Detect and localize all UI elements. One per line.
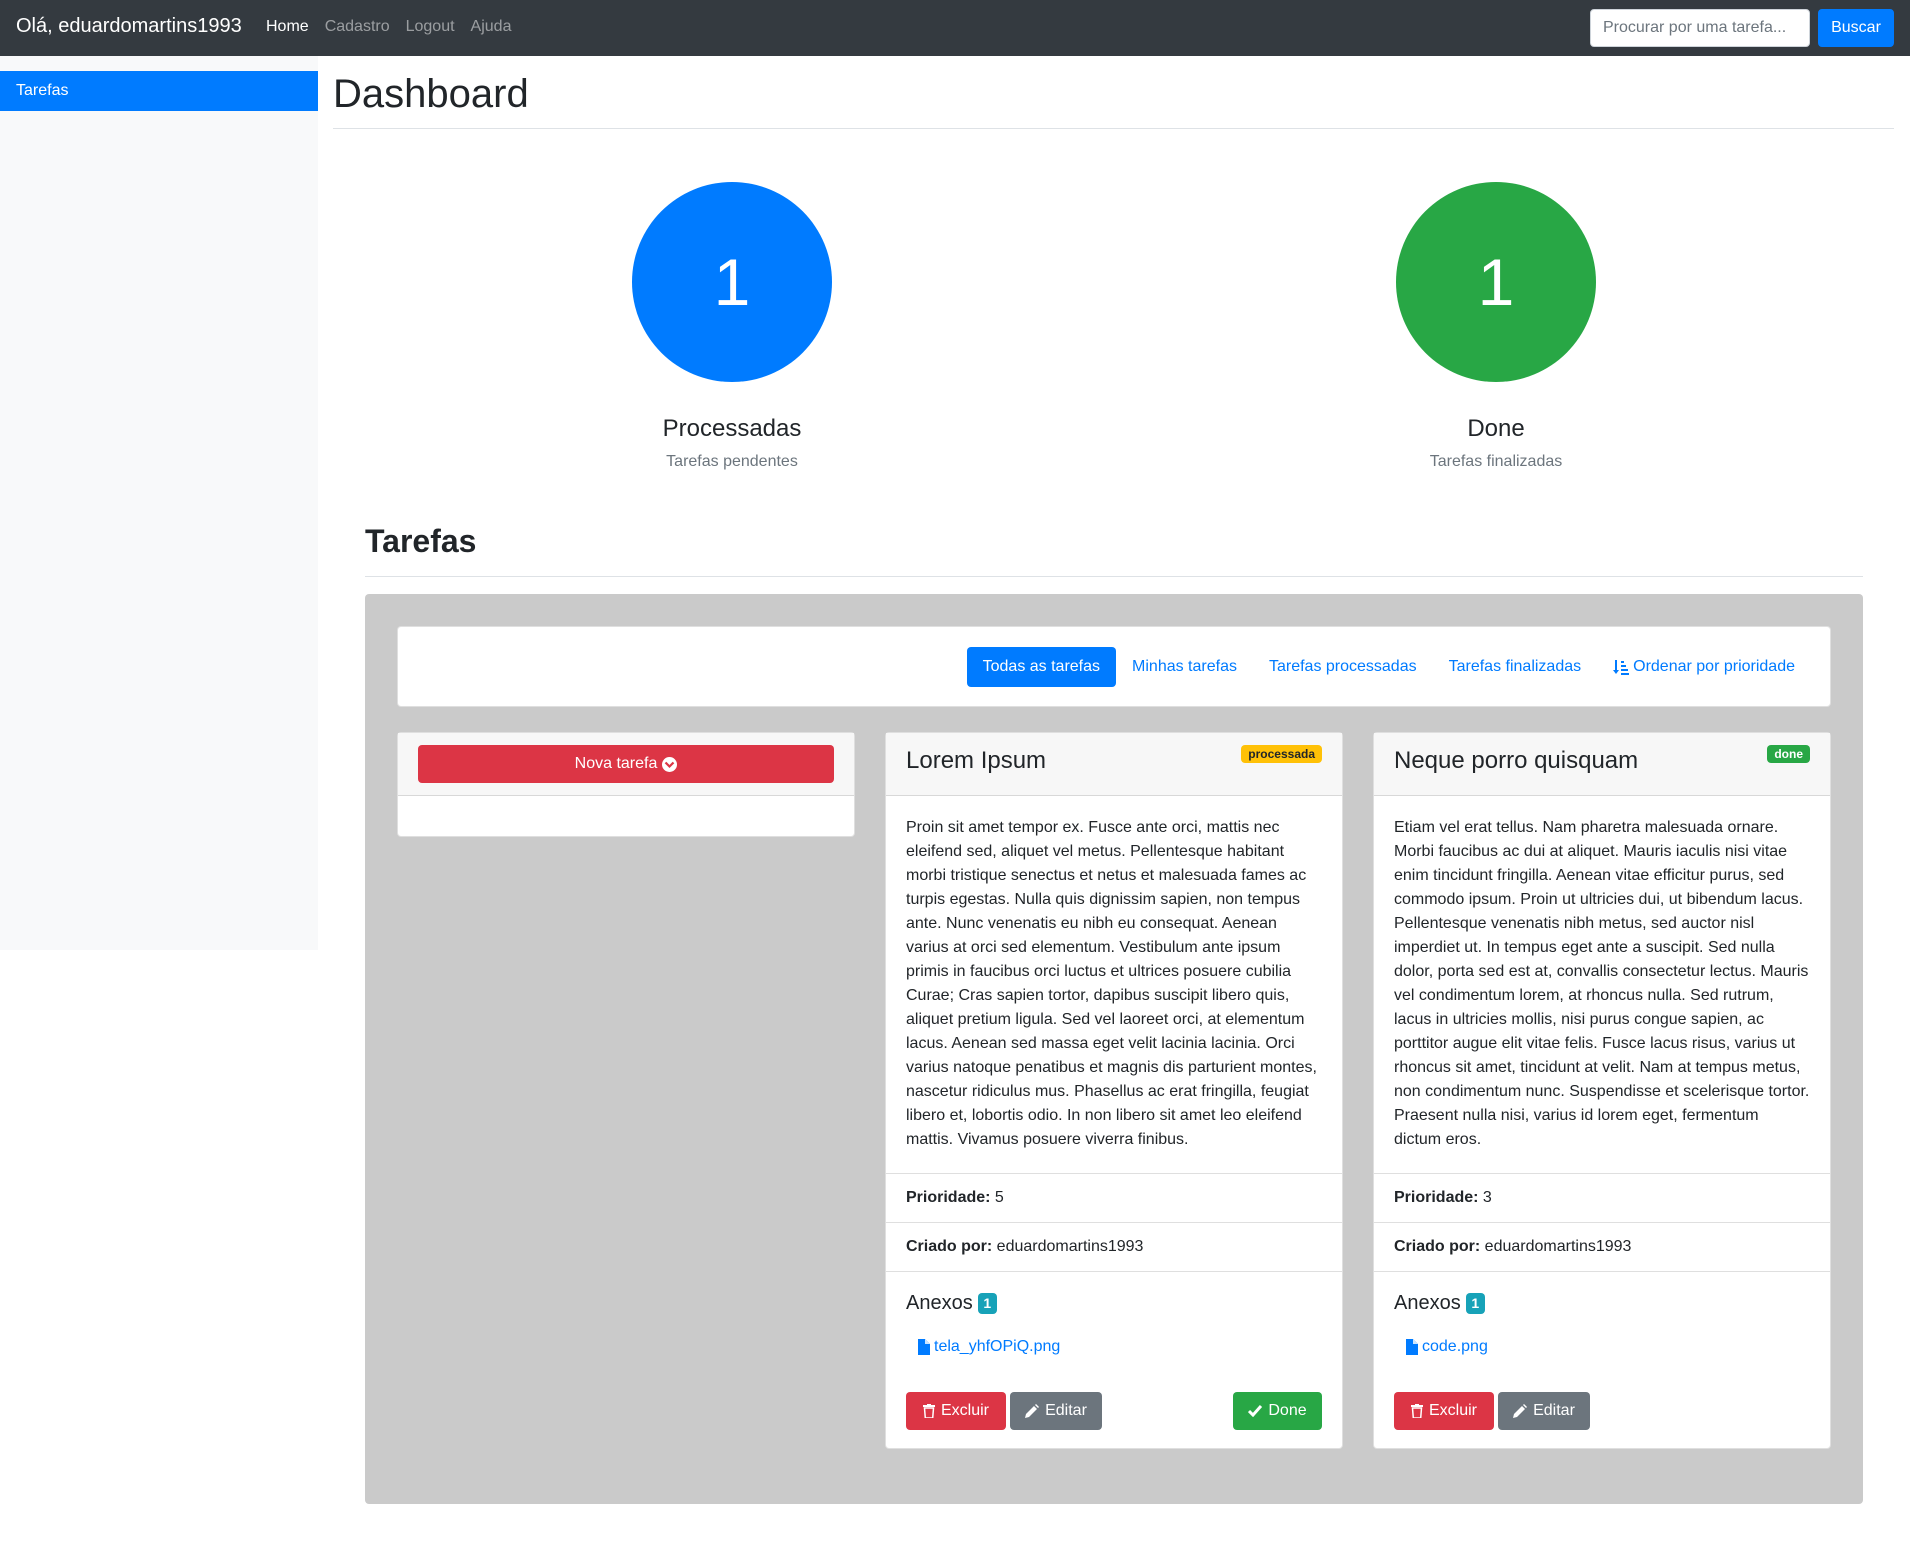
task-title: Neque porro quisquam — [1394, 747, 1639, 774]
nav-ajuda[interactable]: Ajuda — [471, 18, 512, 36]
sort-icon — [1613, 659, 1630, 675]
trash-icon — [922, 1404, 935, 1418]
filter-all-tasks[interactable]: Todas as tarefas — [966, 647, 1117, 687]
done-button[interactable]: Done — [1233, 1392, 1322, 1430]
search-input[interactable] — [1590, 9, 1810, 47]
delete-label: Excluir — [940, 1402, 989, 1419]
filter-finished-tasks[interactable]: Tarefas finalizadas — [1433, 647, 1598, 687]
attachments-count-badge: 1 — [977, 1293, 997, 1314]
priority-label: Prioridade: — [1394, 1189, 1479, 1206]
task-card-footer: Anexos 1 code.png Excluir Editar — [1374, 1272, 1830, 1448]
priority-value: 5 — [994, 1189, 1004, 1206]
file-icon — [1406, 1339, 1418, 1355]
stat-sub-processadas: Tarefas pendentes — [666, 453, 798, 470]
nav-logout[interactable]: Logout — [406, 18, 455, 36]
nav-links: Home Cadastro Logout Ajuda — [266, 18, 527, 36]
sort-label: Ordenar por prioridade — [1633, 658, 1795, 675]
attachments-label: Anexos — [1394, 1292, 1461, 1314]
sort-by-priority-link[interactable]: Ordenar por prioridade — [1597, 647, 1811, 687]
created-by-label: Criado por: — [1394, 1238, 1481, 1255]
task-card: Neque porro quisquam done Etiam vel erat… — [1373, 732, 1831, 1449]
priority-label: Prioridade: — [906, 1189, 991, 1206]
status-badge: processada — [1241, 745, 1322, 763]
stat-circle-processadas: 1 — [632, 182, 832, 382]
task-card: Lorem Ipsum processada Proin sit amet te… — [885, 732, 1343, 1449]
search-button[interactable]: Buscar — [1818, 9, 1894, 47]
pencil-icon — [1513, 1404, 1528, 1418]
attachment-filename: tela_yhfOPiQ.png — [934, 1338, 1061, 1355]
edit-label: Editar — [1045, 1402, 1087, 1419]
status-badge: done — [1767, 745, 1810, 763]
filter-my-tasks[interactable]: Minhas tarefas — [1116, 647, 1253, 687]
stat-processadas: 1 Processadas Tarefas pendentes — [582, 182, 882, 471]
created-by-value: eduardomartins1993 — [1484, 1238, 1632, 1255]
edit-label: Editar — [1533, 1402, 1575, 1419]
delete-label: Excluir — [1428, 1402, 1477, 1419]
nav-home[interactable]: Home — [266, 18, 309, 36]
task-title: Lorem Ipsum — [906, 747, 1047, 774]
stat-circle-done: 1 — [1396, 182, 1596, 382]
tasks-panel: Todas as tarefas Minhas tarefas Tarefas … — [365, 594, 1863, 1504]
pencil-icon — [1025, 1404, 1040, 1418]
sidebar-item-tarefas[interactable]: Tarefas — [0, 71, 318, 111]
delete-button[interactable]: Excluir — [906, 1392, 1006, 1430]
section-title: Tarefas — [365, 523, 477, 559]
chevron-down-circle-icon — [662, 756, 678, 772]
stat-label-processadas: Processadas — [662, 415, 802, 442]
filter-processed-tasks[interactable]: Tarefas processadas — [1253, 647, 1433, 687]
navbar-brand[interactable]: Olá, eduardomartins1993 — [16, 15, 242, 38]
new-task-label: Nova tarefa — [574, 755, 658, 772]
created-by-label: Criado por: — [906, 1238, 993, 1255]
task-card-header: Neque porro quisquam done — [1374, 733, 1830, 796]
filter-tabs: Todas as tarefas Minhas tarefas Tarefas … — [966, 647, 1811, 687]
task-card-footer: Anexos 1 tela_yhfOPiQ.png Excluir Editar… — [886, 1272, 1342, 1448]
task-card-header: Lorem Ipsum processada — [886, 733, 1342, 796]
nav-cadastro[interactable]: Cadastro — [325, 18, 390, 36]
check-icon — [1248, 1405, 1263, 1417]
task-description: Proin sit amet tempor ex. Fusce ante orc… — [886, 796, 1342, 1174]
task-creator: Criado por: eduardomartins1993 — [1374, 1223, 1830, 1272]
file-icon — [918, 1339, 930, 1355]
task-description: Etiam vel erat tellus. Nam pharetra male… — [1374, 796, 1830, 1174]
stat-label-done: Done — [1467, 415, 1525, 442]
divider — [365, 576, 1863, 577]
divider — [333, 128, 1894, 129]
filter-bar: Todas as tarefas Minhas tarefas Tarefas … — [397, 626, 1831, 707]
attachments-label: Anexos — [906, 1292, 973, 1314]
new-task-card: Nova tarefa — [397, 732, 855, 837]
task-creator: Criado por: eduardomartins1993 — [886, 1223, 1342, 1272]
sidebar: Tarefas — [0, 56, 318, 950]
attachments-count-badge: 1 — [1465, 1293, 1485, 1314]
edit-button[interactable]: Editar — [1010, 1392, 1102, 1430]
done-label: Done — [1268, 1402, 1307, 1419]
new-task-card-header: Nova tarefa — [398, 733, 854, 796]
attachment-link[interactable]: code.png — [1406, 1338, 1488, 1356]
page-title: Dashboard — [333, 72, 529, 116]
attachment-filename: code.png — [1422, 1338, 1488, 1355]
edit-button[interactable]: Editar — [1498, 1392, 1590, 1430]
stat-sub-done: Tarefas finalizadas — [1429, 453, 1563, 470]
top-navbar: Olá, eduardomartins1993 Home Cadastro Lo… — [0, 0, 1910, 56]
trash-icon — [1410, 1404, 1423, 1418]
new-task-button[interactable]: Nova tarefa — [418, 745, 834, 783]
task-priority: Prioridade: 5 — [886, 1174, 1342, 1223]
created-by-value: eduardomartins1993 — [996, 1238, 1144, 1255]
delete-button[interactable]: Excluir — [1394, 1392, 1494, 1430]
attachments-heading: Anexos 1 — [906, 1292, 997, 1315]
attachment-link[interactable]: tela_yhfOPiQ.png — [918, 1338, 1060, 1356]
attachments-heading: Anexos 1 — [1394, 1292, 1485, 1315]
priority-value: 3 — [1482, 1189, 1492, 1206]
stat-done: 1 Done Tarefas finalizadas — [1346, 182, 1646, 471]
task-priority: Prioridade: 3 — [1374, 1174, 1830, 1223]
